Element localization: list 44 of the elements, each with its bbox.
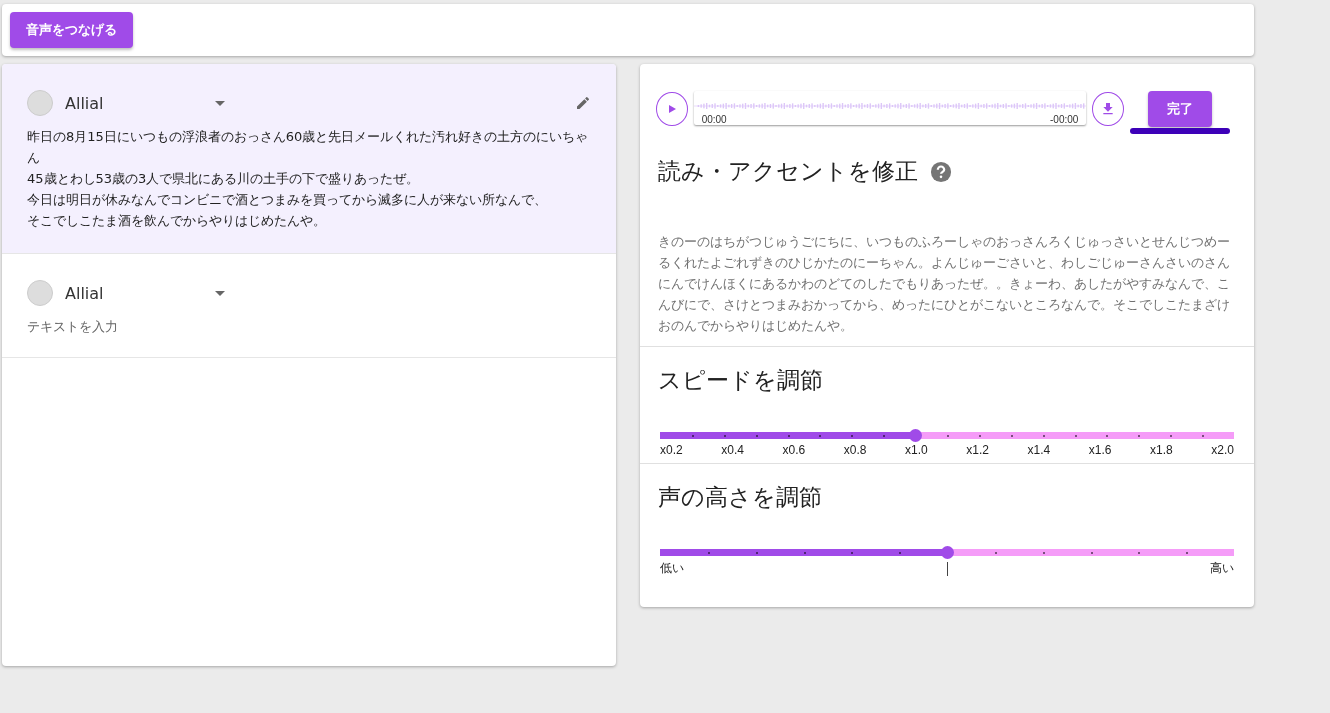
speaker-name[interactable]: Allial — [65, 283, 215, 303]
speed-label: x0.2 — [660, 443, 683, 457]
speed-slider[interactable] — [660, 432, 1234, 439]
item-text-line[interactable]: 昨日の8月15日にいつもの浮浪者のおっさん60歳と先日メールくれた汚れ好きの土方のにいちゃん — [27, 126, 591, 168]
caret-icon[interactable] — [215, 290, 225, 296]
center-mark — [947, 562, 948, 576]
play-icon — [666, 104, 677, 114]
section-title: 声の高さを調節 — [658, 483, 823, 512]
pencil-icon[interactable] — [575, 95, 591, 111]
waveform-panel[interactable]: 00:00 -00:00 — [693, 91, 1087, 125]
connect-audio-button[interactable]: 音声をつなげる — [10, 12, 133, 48]
item-text-line[interactable]: 45歳とわし53歳の3人で県北にある川の土手の下で盛りあったぜ。 — [27, 168, 591, 189]
section-title: スピードを調節 — [658, 366, 824, 395]
speed-label: x0.8 — [843, 443, 867, 457]
speed-label: x1.6 — [1088, 443, 1112, 457]
item-text-line[interactable]: そこでしこたま酒を飲んでからやりはじめたんや。 — [27, 210, 591, 231]
item-text-line[interactable]: 今日は明日が休みなんでコンビニで酒とつまみを買ってから滅多に人が来ない所なんで、 — [27, 189, 591, 210]
avatar — [27, 90, 53, 116]
pitch-slider[interactable] — [660, 549, 1234, 556]
help-icon[interactable] — [930, 160, 952, 183]
speaker-name[interactable]: Allial — [65, 93, 215, 113]
download-button[interactable] — [1092, 92, 1124, 126]
avatar — [27, 280, 53, 306]
speed-label: x2.0 — [1211, 443, 1234, 457]
speed-label: x0.4 — [721, 443, 744, 457]
text-item[interactable]: Allial テキストを入力 — [2, 254, 616, 358]
speed-label: x1.4 — [1027, 443, 1051, 457]
done-button[interactable]: 完了 — [1148, 91, 1212, 127]
reading-text[interactable]: きのーのはちがつじゅうごにちに、いつものふろーしゃのおっさんろくじゅっさいとせんじつめーるくれたよごれずきのひじかたのにーちゃん。よんじゅーごさいと、わしごじゅーさんさいのさんにんでけんほくにあるかわのどてのしたでもりあったぜ。。きょーわ、あしたがやすみなんで、こんびにで、さけとつまみおかってから、めったにひとがこないところなんで。そこでしこたまざけおのんでからやりはじめたんや。 — [658, 231, 1234, 336]
caret-icon[interactable] — [215, 100, 225, 106]
pitch-low-label: 低い — [660, 560, 684, 577]
time-start: 00:00 — [701, 114, 727, 125]
time-remaining: -00:00 — [1050, 114, 1079, 125]
slider-thumb[interactable] — [941, 546, 954, 559]
speed-label: x1.0 — [905, 443, 928, 457]
speed-label: x0.6 — [782, 443, 806, 457]
play-button[interactable] — [656, 92, 688, 126]
slider-thumb[interactable] — [908, 429, 922, 442]
pitch-high-label: 高い — [1210, 560, 1234, 577]
speed-label: x1.8 — [1150, 443, 1173, 457]
section-title: 読み・アクセントを修正 — [658, 157, 918, 186]
text-input-field[interactable]: テキストを入力 — [27, 319, 591, 334]
speed-label: x1.2 — [966, 443, 989, 457]
text-item[interactable]: Allial 昨日の8月15日にいつもの浮浪者のおっさん60歳と先日メールくれた汚れ好きの土方のにいちゃん 45歳とわし53歳の3人で県北にある川の土手の下で盛りあったぜ。 今日は明日が休みなんでコンビニで酒とつまみを買ってから滅多に人が来ない所なんで、 そこでしこたま酒を飲んでからやりはじめたんや。 — [2, 64, 616, 254]
